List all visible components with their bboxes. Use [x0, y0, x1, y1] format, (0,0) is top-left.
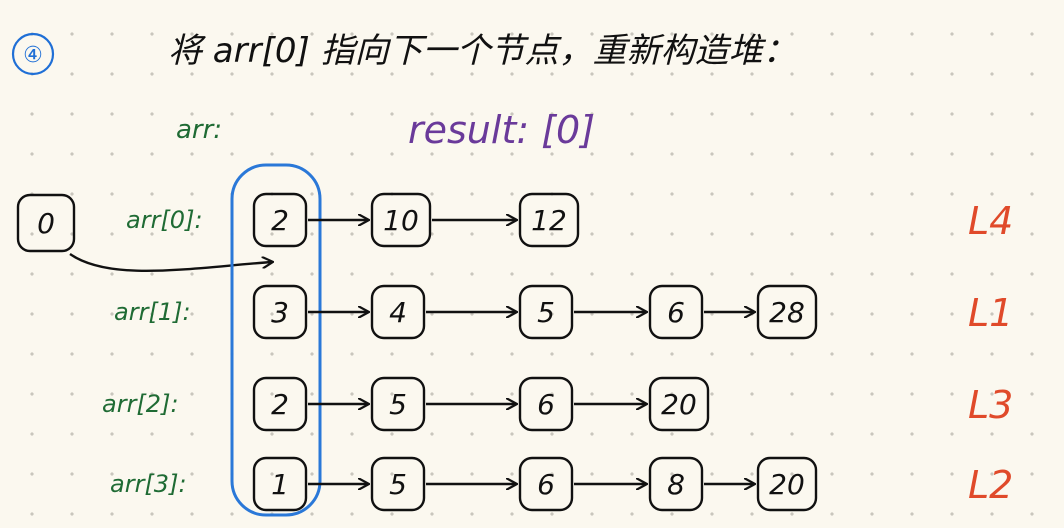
row-tag: L2: [968, 463, 1013, 507]
result-node-value: 0: [37, 207, 55, 240]
row-label: arr[1]:: [114, 298, 191, 326]
row-label: arr[2]:: [102, 390, 179, 418]
list-node-value: 20: [769, 468, 805, 501]
list-node-value: 5: [389, 468, 407, 501]
list-node-value: 6: [667, 296, 685, 329]
row-label: arr[0]:: [126, 206, 203, 234]
row-tag: L1: [968, 291, 1013, 335]
row-tag: L3: [968, 383, 1013, 427]
list-node-value: 2: [271, 388, 289, 421]
list-node-value: 1: [271, 468, 289, 501]
linked-list-heap-diagram: ④ 将 arr[0] 指向下一个节点，重新构造堆： arr: result: […: [11, 31, 1013, 517]
list-node-value: 10: [383, 204, 419, 237]
list-node-value: 20: [661, 388, 697, 421]
row-label: arr[3]:: [110, 470, 187, 498]
arr-label: arr:: [176, 115, 222, 145]
list-row: arr[0]: 2 10 12 L4: [126, 192, 1013, 248]
list-node-value: 28: [769, 296, 805, 329]
list-row: arr[2]: 2 5 6 20 L3: [102, 376, 1013, 432]
step-number: ④: [23, 43, 43, 68]
row-tag: L4: [968, 199, 1013, 243]
list-node-value: 8: [667, 468, 685, 501]
list-row: arr[1]: 3 4 5 6 28 L1: [114, 284, 1013, 340]
list-node-value: 2: [271, 204, 289, 237]
list-node-value: 3: [271, 296, 289, 329]
list-node-value: 6: [537, 388, 555, 421]
list-node-value: 5: [389, 388, 407, 421]
list-row: arr[3]: 1 5 6 8 20 L2: [110, 456, 1013, 512]
list-node-value: 5: [537, 296, 555, 329]
list-node-value: 4: [389, 296, 407, 329]
result-label: result: [0]: [408, 108, 595, 152]
result-link-arrow: [69, 253, 272, 273]
list-rows: arr[0]: 2 10 12 L4 arr[1]: 3 4 5 6 28 L1 arr[2]: 2 5 6 2…: [102, 192, 1013, 512]
list-node-value: 6: [537, 468, 555, 501]
list-node-value: 12: [531, 204, 567, 237]
page-title: 将 arr[0] 指向下一个节点，重新构造堆：: [168, 31, 797, 71]
